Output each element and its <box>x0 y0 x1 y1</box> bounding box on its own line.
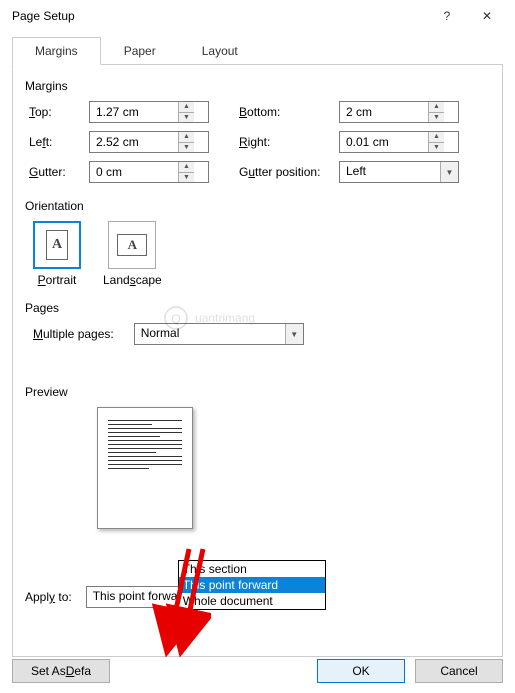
bottom-input[interactable]: ▲▼ <box>339 101 459 123</box>
gutter-input[interactable]: ▲▼ <box>89 161 209 183</box>
pages-row: Multiple pages: Normal▼ <box>33 323 490 345</box>
spin-down-icon: ▼ <box>179 113 194 123</box>
tab-margins[interactable]: Margins <box>12 37 101 65</box>
dialog-footer: Set As Defa OK Cancel <box>0 649 515 693</box>
orientation-section-label: Orientation <box>25 199 490 213</box>
spin-up-icon: ▲ <box>179 102 194 113</box>
cancel-button[interactable]: Cancel <box>415 659 503 683</box>
close-button[interactable]: ✕ <box>467 2 507 30</box>
preview-page-icon <box>97 407 193 529</box>
apply-to-label: Apply to: <box>25 590 72 604</box>
apply-to-dropdown: This section This point forward Whole do… <box>178 560 326 610</box>
orientation-row: A Portrait A Landscape <box>33 221 490 287</box>
left-label: Left: <box>29 135 89 149</box>
margins-section-label: Margins <box>25 79 490 93</box>
set-as-default-button[interactable]: Set As Defa <box>12 659 110 683</box>
right-label: Right: <box>239 135 339 149</box>
left-input[interactable]: ▲▼ <box>89 131 209 153</box>
pages-section-label: Pages <box>25 301 490 315</box>
apply-to-option-this-section[interactable]: This section <box>179 561 325 577</box>
bottom-label: Bottom: <box>239 105 339 119</box>
multiple-pages-combo[interactable]: Normal▼ <box>134 323 304 345</box>
portrait-icon: A <box>46 230 68 260</box>
margins-grid: Top: ▲▼ Bottom: ▲▼ Left: ▲▼ Right: ▲▼ Gu… <box>29 101 490 183</box>
chevron-down-icon: ▼ <box>285 324 303 344</box>
top-label: Top: <box>29 105 89 119</box>
orientation-portrait[interactable]: A Portrait <box>33 221 81 287</box>
window-title: Page Setup <box>12 9 427 23</box>
dialog-content: Margins Paper Layout Margins Top: ▲▼ Bot… <box>0 32 515 657</box>
tab-layout[interactable]: Layout <box>179 37 261 65</box>
margins-panel: Margins Top: ▲▼ Bottom: ▲▼ Left: ▲▼ Righ… <box>12 65 503 657</box>
gutter-position-label: Gutter position: <box>239 165 339 179</box>
chevron-down-icon: ▼ <box>440 162 458 182</box>
preview-section-label: Preview <box>25 385 490 399</box>
multiple-pages-label: Multiple pages: <box>33 327 114 341</box>
help-button[interactable]: ? <box>427 2 467 30</box>
ok-button[interactable]: OK <box>317 659 405 683</box>
apply-to-row: Apply to: This point forward▼ This secti… <box>25 586 234 608</box>
tab-paper[interactable]: Paper <box>101 37 179 65</box>
gutter-position-combo[interactable]: Left▼ <box>339 161 459 183</box>
tab-strip: Margins Paper Layout <box>12 36 503 65</box>
landscape-icon: A <box>117 234 147 256</box>
apply-to-option-this-point-forward[interactable]: This point forward <box>179 577 325 593</box>
orientation-landscape[interactable]: A Landscape <box>103 221 162 287</box>
apply-to-option-whole-document[interactable]: Whole document <box>179 593 325 609</box>
gutter-label: Gutter: <box>29 165 89 179</box>
right-input[interactable]: ▲▼ <box>339 131 459 153</box>
top-input[interactable]: ▲▼ <box>89 101 209 123</box>
titlebar: Page Setup ? ✕ <box>0 0 515 32</box>
